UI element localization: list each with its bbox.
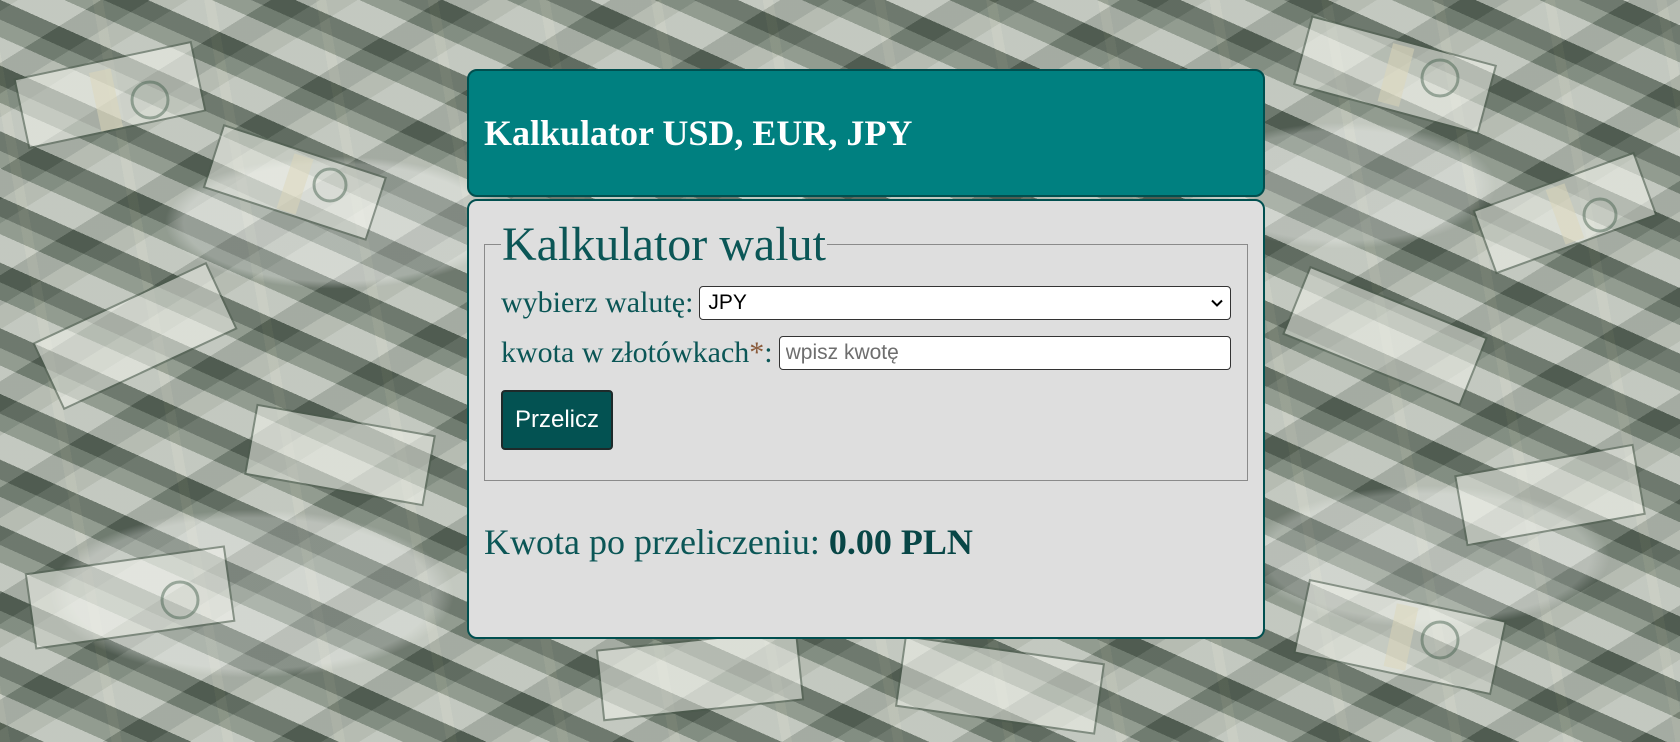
result-line: Kwota po przeliczeniu: 0.00 PLN [484, 521, 1248, 563]
result-value: 0.00 PLN [828, 522, 973, 562]
calculator-panel: Kalkulator walut wybierz walutę: JPY kwo… [467, 199, 1265, 639]
required-marker: * [749, 336, 765, 369]
amount-label-text: kwota w złotówkach [501, 336, 750, 369]
currency-form: Kalkulator walut wybierz walutę: JPY kwo… [484, 217, 1248, 481]
amount-input[interactable] [778, 336, 1231, 370]
result-label: Kwota po przeliczeniu: [484, 522, 820, 562]
form-legend: Kalkulator walut [502, 218, 826, 271]
convert-button[interactable]: Przelicz [501, 390, 614, 450]
currency-select[interactable]: JPY [699, 286, 1231, 320]
currency-label: wybierz walutę: [501, 286, 694, 319]
page-header: Kalkulator USD, EUR, JPY [467, 69, 1265, 197]
calculator-container: Kalkulator USD, EUR, JPY Kalkulator walu… [467, 69, 1265, 639]
amount-row: kwota w złotówkach*: [501, 336, 1231, 370]
amount-label: kwota w złotówkach*: [501, 336, 773, 370]
chevron-down-icon [1211, 299, 1223, 307]
amount-label-colon: : [764, 336, 773, 369]
currency-selected-value: JPY [708, 291, 747, 314]
page-title: Kalkulator USD, EUR, JPY [484, 113, 913, 153]
currency-row: wybierz walutę: JPY [501, 286, 1231, 320]
